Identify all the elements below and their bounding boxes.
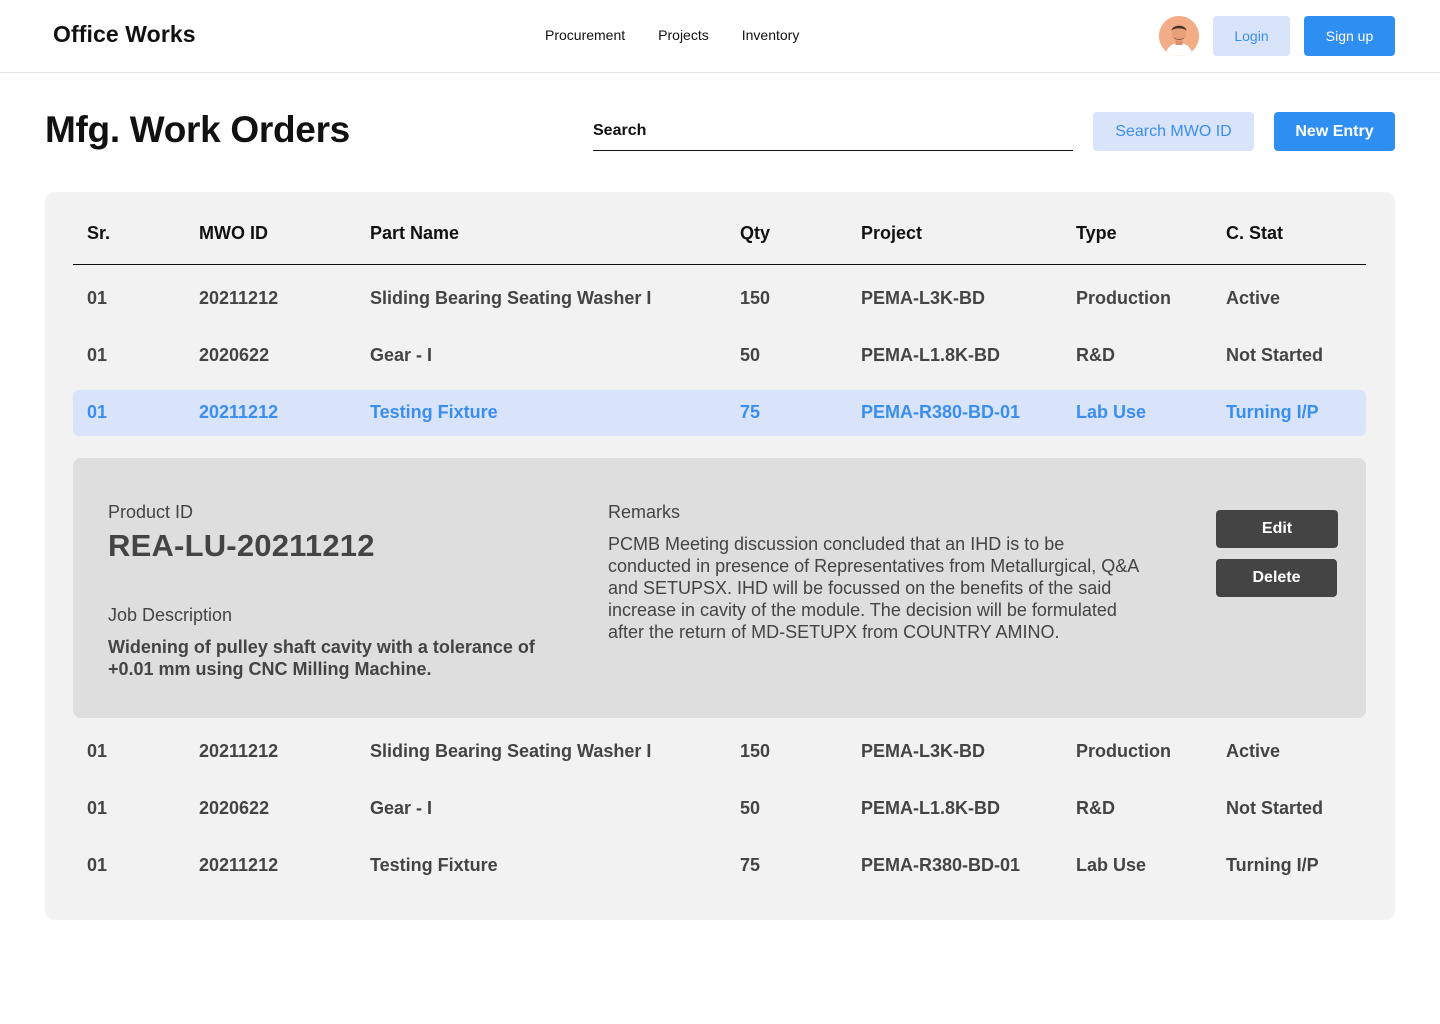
cell-mwo-id: 20211212 [199, 855, 279, 875]
cell-mwo-id: 20211212 [199, 402, 279, 422]
cell-sr: 01 [87, 402, 108, 422]
cell-sr: 01 [87, 345, 108, 365]
user-avatar-icon[interactable] [1159, 16, 1199, 56]
cell-part-name: Testing Fixture [370, 402, 498, 422]
nav-projects[interactable]: Projects [658, 27, 709, 43]
login-button[interactable]: Login [1213, 16, 1290, 56]
cell-sr: 01 [87, 741, 108, 761]
cell-type: R&D [1076, 798, 1115, 818]
new-entry-button[interactable]: New Entry [1274, 112, 1395, 151]
search-field [593, 115, 1073, 151]
cell-project: PEMA-L3K-BD [861, 288, 985, 308]
cell-mwo-id: 2020622 [199, 345, 270, 365]
cell-sr: 01 [87, 288, 108, 308]
edit-button[interactable]: Edit [1216, 510, 1338, 548]
column-header-type[interactable]: Type [1076, 223, 1117, 244]
cell-type: Production [1076, 741, 1171, 761]
column-header-mwo-id[interactable]: MWO ID [199, 223, 268, 244]
column-header-qty[interactable]: Qty [740, 223, 770, 244]
delete-button[interactable]: Delete [1216, 559, 1337, 597]
table-row[interactable]: 01 2020622 Gear - I 50 PEMA-L1.8K-BD R&D… [73, 333, 1366, 379]
cell-project: PEMA-R380-BD-01 [861, 402, 1021, 422]
search-input[interactable] [593, 115, 1073, 147]
column-header-status[interactable]: C. Stat [1226, 223, 1283, 244]
cell-project: PEMA-L1.8K-BD [861, 798, 1001, 818]
remarks-text: PCMB Meeting discussion concluded that a… [608, 534, 1139, 642]
cell-qty: 50 [740, 345, 761, 365]
table-row-selected[interactable]: 01 20211212 Testing Fixture 75 PEMA-R380… [73, 390, 1366, 436]
cell-part-name: Gear - I [370, 798, 433, 818]
column-header-part-name[interactable]: Part Name [370, 223, 459, 244]
cell-status: Active [1226, 741, 1281, 761]
nav-procurement[interactable]: Procurement [545, 27, 625, 43]
cell-status: Active [1226, 288, 1281, 308]
cell-part-name: Sliding Bearing Seating Washer I [370, 741, 652, 761]
cell-mwo-id: 20211212 [199, 741, 279, 761]
job-description-label: Job Description [108, 605, 233, 625]
top-navigation-bar: Office Works Procurement Projects Invent… [0, 0, 1440, 73]
cell-qty: 150 [740, 741, 771, 761]
product-id-value: REA-LU-20211212 [108, 528, 375, 563]
cell-sr: 01 [87, 798, 108, 818]
cell-project: PEMA-L1.8K-BD [861, 345, 1001, 365]
cell-qty: 75 [740, 402, 761, 422]
table-row[interactable]: 01 2020622 Gear - I 50 PEMA-L1.8K-BD R&D… [73, 786, 1366, 832]
cell-type: Lab Use [1076, 402, 1147, 422]
cell-part-name: Sliding Bearing Seating Washer I [370, 288, 652, 308]
page-title: Mfg. Work Orders [45, 109, 350, 150]
table-header: Sr. MWO ID Part Name Qty Project Type C.… [73, 192, 1366, 265]
cell-part-name: Testing Fixture [370, 855, 498, 875]
column-header-sr[interactable]: Sr. [87, 223, 110, 244]
product-id-label: Product ID [108, 502, 194, 522]
cell-project: PEMA-R380-BD-01 [861, 855, 1021, 875]
column-header-project[interactable]: Project [861, 223, 922, 244]
cell-status: Not Started [1226, 798, 1324, 818]
cell-mwo-id: 20211212 [199, 288, 279, 308]
cell-status: Turning I/P [1226, 402, 1319, 422]
cell-qty: 75 [740, 855, 761, 875]
search-mwo-id-button[interactable]: Search MWO ID [1093, 112, 1254, 151]
nav-inventory[interactable]: Inventory [742, 27, 800, 43]
work-orders-table: Sr. MWO ID Part Name Qty Project Type C.… [45, 192, 1395, 920]
cell-type: Production [1076, 288, 1171, 308]
cell-status: Turning I/P [1226, 855, 1319, 875]
cell-project: PEMA-L3K-BD [861, 741, 985, 761]
cell-qty: 150 [740, 288, 771, 308]
main-nav: Procurement Projects Inventory [545, 27, 799, 43]
brand-logo[interactable]: Office Works [53, 21, 196, 48]
work-order-detail-card: Product ID REA-LU-20211212 Job Descripti… [73, 458, 1366, 718]
cell-mwo-id: 2020622 [199, 798, 270, 818]
cell-part-name: Gear - I [370, 345, 433, 365]
table-row[interactable]: 01 20211212 Sliding Bearing Seating Wash… [73, 276, 1366, 322]
job-description-text: Widening of pulley shaft cavity with a t… [108, 637, 535, 679]
signup-button[interactable]: Sign up [1304, 16, 1395, 56]
cell-status: Not Started [1226, 345, 1324, 365]
cell-type: R&D [1076, 345, 1115, 365]
cell-sr: 01 [87, 855, 108, 875]
table-row[interactable]: 01 20211212 Testing Fixture 75 PEMA-R380… [73, 843, 1366, 889]
cell-type: Lab Use [1076, 855, 1147, 875]
cell-qty: 50 [740, 798, 761, 818]
remarks-label: Remarks [608, 502, 681, 522]
table-row[interactable]: 01 20211212 Sliding Bearing Seating Wash… [73, 729, 1366, 775]
